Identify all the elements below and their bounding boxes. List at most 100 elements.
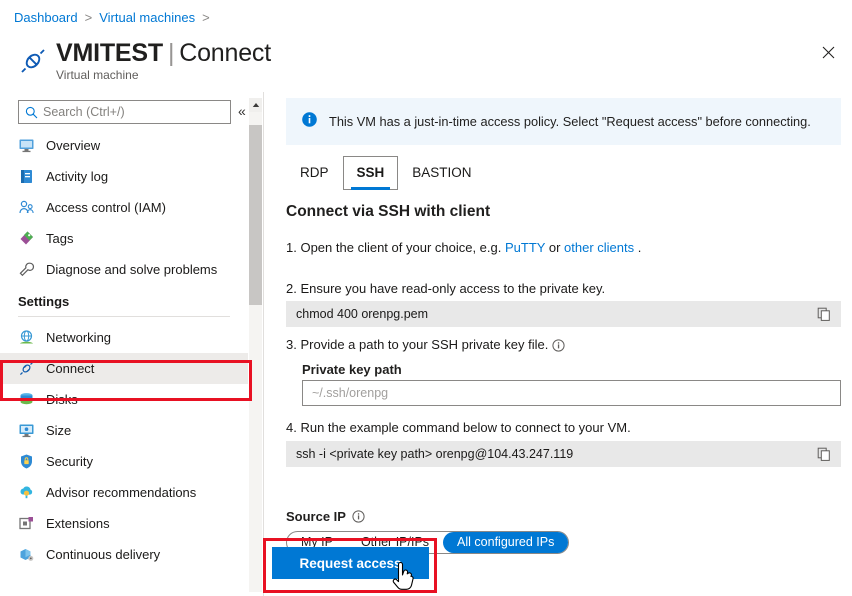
step-1-number: 1. bbox=[286, 240, 297, 255]
sidebar: Search (Ctrl+/) « Overview Activity log … bbox=[0, 92, 264, 596]
diagnose-icon bbox=[18, 261, 35, 278]
sidebar-item-label: Continuous delivery bbox=[46, 547, 161, 562]
private-key-path-label: Private key path bbox=[302, 362, 402, 377]
connect-tabs: RDP SSH BASTION bbox=[286, 156, 486, 190]
step-2-text: Ensure you have read-only access to the … bbox=[300, 281, 606, 296]
sidebar-item-label: Size bbox=[46, 423, 72, 438]
sidebar-item-label: Access control (IAM) bbox=[46, 200, 166, 215]
plug-connect-icon bbox=[16, 44, 50, 78]
sidebar-item-activity-log[interactable]: Activity log bbox=[0, 161, 248, 192]
extensions-icon bbox=[18, 515, 35, 532]
page-subtitle: Virtual machine bbox=[56, 68, 139, 82]
step-3: 3. Provide a path to your SSH private ke… bbox=[286, 337, 565, 352]
sidebar-item-continuous-delivery[interactable]: Continuous delivery bbox=[0, 539, 248, 570]
sidebar-item-label: Advisor recommendations bbox=[46, 485, 197, 500]
sidebar-item-label: Security bbox=[46, 454, 93, 469]
copy-icon[interactable] bbox=[817, 307, 831, 321]
section-title: Connect via SSH with client bbox=[286, 203, 491, 220]
breadcrumb: Dashboard > Virtual machines > bbox=[14, 10, 210, 25]
sidebar-item-label: Networking bbox=[46, 330, 112, 345]
step-4-number: 4. bbox=[286, 420, 297, 435]
tab-bastion[interactable]: BASTION bbox=[398, 156, 485, 190]
sidebar-item-access-control[interactable]: Access control (IAM) bbox=[0, 192, 248, 223]
ssh-command-box[interactable]: ssh -i <private key path> orenpg@104.43.… bbox=[286, 441, 841, 467]
advisor-icon bbox=[18, 484, 35, 501]
jit-info-banner: This VM has a just-in-time access policy… bbox=[286, 98, 841, 145]
sidebar-item-label: Tags bbox=[46, 231, 74, 246]
search-icon bbox=[25, 106, 38, 118]
step-3-text: Provide a path to your SSH private key f… bbox=[300, 337, 549, 352]
breadcrumb-item-virtual-machines[interactable]: Virtual machines bbox=[99, 10, 195, 25]
tab-rdp[interactable]: RDP bbox=[286, 156, 343, 190]
networking-icon bbox=[18, 329, 35, 346]
disks-icon bbox=[18, 391, 35, 408]
step-4-text: Run the example command below to connect… bbox=[300, 420, 631, 435]
overview-icon bbox=[18, 137, 35, 154]
azure-portal-connect-blade: Dashboard > Virtual machines > VMITEST | C… bbox=[0, 0, 852, 596]
sidebar-section-heading: Settings bbox=[18, 294, 70, 309]
tab-ssh[interactable]: SSH bbox=[342, 156, 399, 190]
sidebar-item-security[interactable]: Security bbox=[0, 446, 248, 477]
putty-link[interactable]: PuTTY bbox=[505, 240, 545, 255]
step-2: 2. Ensure you have read-only access to t… bbox=[286, 281, 605, 296]
breadcrumb-separator-2: > bbox=[202, 10, 210, 25]
main-content: This VM has a just-in-time access policy… bbox=[264, 92, 852, 596]
private-key-path-input[interactable] bbox=[302, 380, 841, 406]
step-3-number: 3. bbox=[286, 337, 297, 352]
close-icon[interactable] bbox=[812, 36, 844, 68]
breadcrumb-separator: > bbox=[84, 10, 93, 25]
request-access-button[interactable]: Request access bbox=[272, 547, 429, 579]
activity-log-icon bbox=[18, 168, 35, 185]
copy-icon[interactable] bbox=[817, 447, 831, 461]
other-clients-link[interactable]: other clients bbox=[564, 240, 634, 255]
info-icon[interactable] bbox=[352, 510, 365, 523]
search-placeholder: Search (Ctrl+/) bbox=[43, 105, 125, 119]
sidebar-item-advisor[interactable]: Advisor recommendations bbox=[0, 477, 248, 508]
sidebar-scrollbar-thumb[interactable] bbox=[249, 125, 262, 305]
chmod-command-box[interactable]: chmod 400 orenpg.pem bbox=[286, 301, 841, 327]
step-4: 4. Run the example command below to conn… bbox=[286, 420, 631, 435]
sidebar-item-diagnose[interactable]: Diagnose and solve problems bbox=[0, 254, 248, 285]
step-1-text-mid: or bbox=[548, 240, 561, 255]
sidebar-item-label: Activity log bbox=[46, 169, 109, 184]
chmod-command-text: chmod 400 orenpg.pem bbox=[296, 307, 429, 321]
size-icon bbox=[18, 422, 35, 439]
sidebar-item-connect[interactable]: Connect bbox=[0, 353, 248, 384]
step-1: 1. Open the client of your choice, e.g. … bbox=[286, 240, 641, 255]
step-1-text-after: . bbox=[637, 240, 642, 255]
breadcrumb-item-dashboard[interactable]: Dashboard bbox=[14, 10, 78, 25]
source-ip-label: Source IP bbox=[286, 509, 346, 524]
search-input[interactable]: Search (Ctrl+/) bbox=[18, 100, 231, 124]
page-title-vm-name: VMITEST bbox=[56, 39, 163, 67]
sidebar-item-extensions[interactable]: Extensions bbox=[0, 508, 248, 539]
sidebar-item-disks[interactable]: Disks bbox=[0, 384, 248, 415]
step-2-number: 2. bbox=[286, 281, 297, 296]
continuous-delivery-icon bbox=[18, 546, 35, 563]
page-title-section: Connect bbox=[179, 39, 271, 67]
jit-info-banner-text: This VM has a just-in-time access policy… bbox=[329, 114, 811, 129]
access-control-icon bbox=[18, 199, 35, 216]
page-title: VMITEST | Connect bbox=[56, 38, 271, 68]
connect-icon bbox=[18, 360, 35, 377]
tags-icon bbox=[18, 230, 35, 247]
page-title-divider: | bbox=[167, 39, 175, 67]
source-ip-option-all-configured-ips[interactable]: All configured IPs bbox=[443, 532, 569, 553]
sidebar-item-size[interactable]: Size bbox=[0, 415, 248, 446]
sidebar-item-label: Overview bbox=[46, 138, 101, 153]
security-icon bbox=[18, 453, 35, 470]
sidebar-menu: Overview Activity log Access control (IA… bbox=[0, 130, 248, 570]
info-filled-icon bbox=[301, 111, 318, 133]
scroll-up-icon[interactable] bbox=[249, 98, 262, 112]
sidebar-section-divider bbox=[18, 316, 230, 317]
source-ip-label-group: Source IP bbox=[286, 509, 365, 524]
sidebar-item-networking[interactable]: Networking bbox=[0, 322, 248, 353]
sidebar-item-tags[interactable]: Tags bbox=[0, 223, 248, 254]
step-1-text-before: Open the client of your choice, e.g. bbox=[300, 240, 502, 255]
collapse-sidebar-icon[interactable]: « bbox=[238, 102, 246, 120]
sidebar-item-label: Extensions bbox=[46, 516, 110, 531]
ssh-command-text: ssh -i <private key path> orenpg@104.43.… bbox=[296, 447, 574, 461]
info-icon[interactable] bbox=[552, 339, 565, 352]
sidebar-item-overview[interactable]: Overview bbox=[0, 130, 248, 161]
sidebar-item-label: Diagnose and solve problems bbox=[46, 262, 218, 277]
sidebar-item-label: Connect bbox=[46, 361, 95, 376]
